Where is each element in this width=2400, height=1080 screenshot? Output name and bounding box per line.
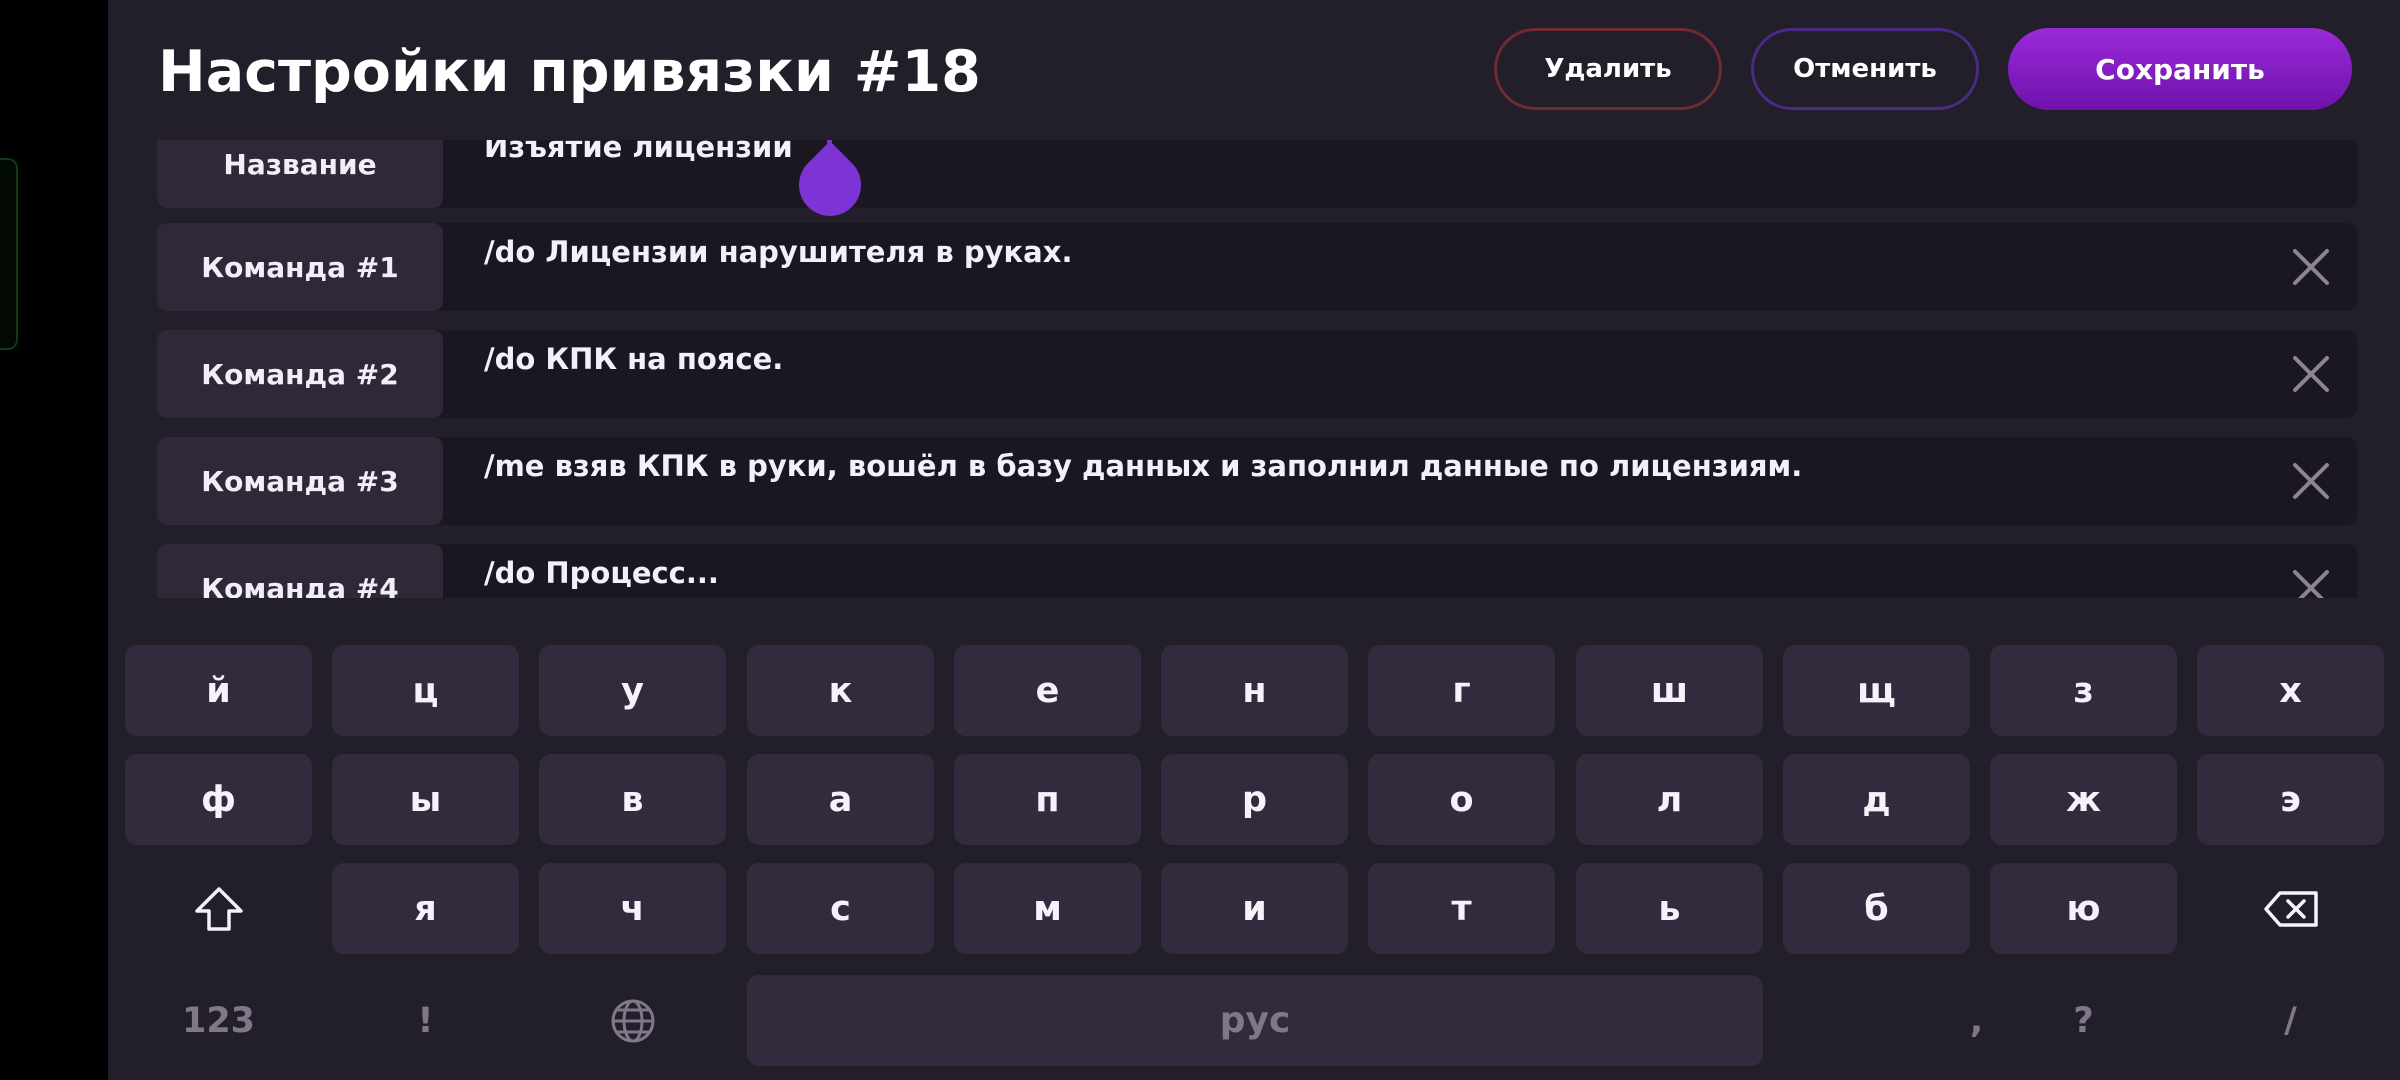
command-row: Команда #2 /do КПК на поясе.	[157, 330, 2357, 418]
side-handle[interactable]	[0, 158, 18, 350]
command-label: Команда #1	[157, 223, 443, 311]
name-row: Название Изъятие лицензии	[157, 140, 2357, 229]
key[interactable]: п	[954, 754, 1141, 845]
command-label: Команда #4	[157, 544, 443, 598]
key[interactable]: г	[1368, 645, 1555, 736]
key[interactable]: я	[332, 863, 519, 954]
key[interactable]: е	[954, 645, 1141, 736]
key[interactable]: в	[539, 754, 726, 845]
command-label: Команда #2	[157, 330, 443, 418]
key[interactable]: з	[1990, 645, 2177, 736]
key[interactable]: т	[1368, 863, 1555, 954]
on-screen-keyboard: й ц у к е н г ш щ з х ф ы в а п р о л д …	[108, 600, 2400, 1080]
close-x-icon[interactable]	[2287, 243, 2335, 291]
key[interactable]: у	[539, 645, 726, 736]
key[interactable]: х	[2197, 645, 2384, 736]
key[interactable]: н	[1161, 645, 1348, 736]
key[interactable]: д	[1783, 754, 1970, 845]
command-input[interactable]: /do Процесс...	[484, 556, 719, 590]
command-input[interactable]: /do КПК на поясе.	[484, 342, 783, 376]
key[interactable]: б	[1783, 863, 1970, 954]
language-key[interactable]	[539, 975, 726, 1066]
command-label: Команда #3	[157, 437, 443, 525]
key[interactable]: ш	[1576, 645, 1763, 736]
key[interactable]: а	[747, 754, 934, 845]
command-row: Команда #3 /me взяв КПК в руки, вошёл в …	[157, 437, 2357, 525]
key[interactable]: э	[2197, 754, 2384, 845]
key[interactable]: ж	[1990, 754, 2177, 845]
shift-key[interactable]	[125, 863, 312, 954]
left-edge-strip	[0, 0, 108, 1080]
key[interactable]: ч	[539, 863, 726, 954]
shift-arrow-icon	[194, 886, 243, 931]
backspace-key[interactable]	[2197, 863, 2384, 954]
question-key[interactable]: ?	[1990, 975, 2177, 1066]
page-title: Настройки привязки #18	[158, 39, 981, 105]
key[interactable]: р	[1161, 754, 1348, 845]
key[interactable]: й	[125, 645, 312, 736]
key[interactable]: с	[747, 863, 934, 954]
key[interactable]: о	[1368, 754, 1555, 845]
key[interactable]: л	[1576, 754, 1763, 845]
globe-icon	[611, 999, 654, 1042]
backspace-icon	[2263, 890, 2318, 927]
exclamation-key[interactable]: !	[332, 975, 519, 1066]
command-row: Команда #1 /do Лицензии нарушителя в рук…	[157, 223, 2357, 311]
key[interactable]: ц	[332, 645, 519, 736]
key[interactable]: ф	[125, 754, 312, 845]
cursor-handle[interactable]	[786, 141, 874, 229]
key[interactable]: к	[747, 645, 934, 736]
close-x-icon[interactable]	[2287, 564, 2335, 598]
key[interactable]: и	[1161, 863, 1348, 954]
key[interactable]: ы	[332, 754, 519, 845]
binding-settings-screen: Настройки привязки #18 Удалить Отменить …	[108, 0, 2400, 1080]
key[interactable]: м	[954, 863, 1141, 954]
name-input[interactable]: Изъятие лицензии	[484, 140, 793, 164]
key[interactable]: щ	[1783, 645, 1970, 736]
save-button[interactable]: Сохранить	[2008, 28, 2352, 110]
name-label: Название	[157, 140, 443, 208]
command-row: Команда #4 /do Процесс...	[157, 544, 2357, 598]
command-input[interactable]: /me взяв КПК в руки, вошёл в базу данных…	[484, 449, 1802, 483]
slash-key[interactable]: /	[2197, 975, 2384, 1066]
space-key[interactable]: рус	[747, 975, 1763, 1066]
close-x-icon[interactable]	[2287, 457, 2335, 505]
command-list[interactable]: Название Изъятие лицензии Команда #1 /do…	[157, 140, 2357, 598]
close-x-icon[interactable]	[2287, 350, 2335, 398]
numbers-key[interactable]: 123	[125, 975, 312, 1066]
key[interactable]: ь	[1576, 863, 1763, 954]
key[interactable]: ю	[1990, 863, 2177, 954]
cancel-button[interactable]: Отменить	[1751, 28, 1979, 110]
command-input[interactable]: /do Лицензии нарушителя в руках.	[484, 235, 1072, 269]
delete-button[interactable]: Удалить	[1494, 28, 1722, 110]
